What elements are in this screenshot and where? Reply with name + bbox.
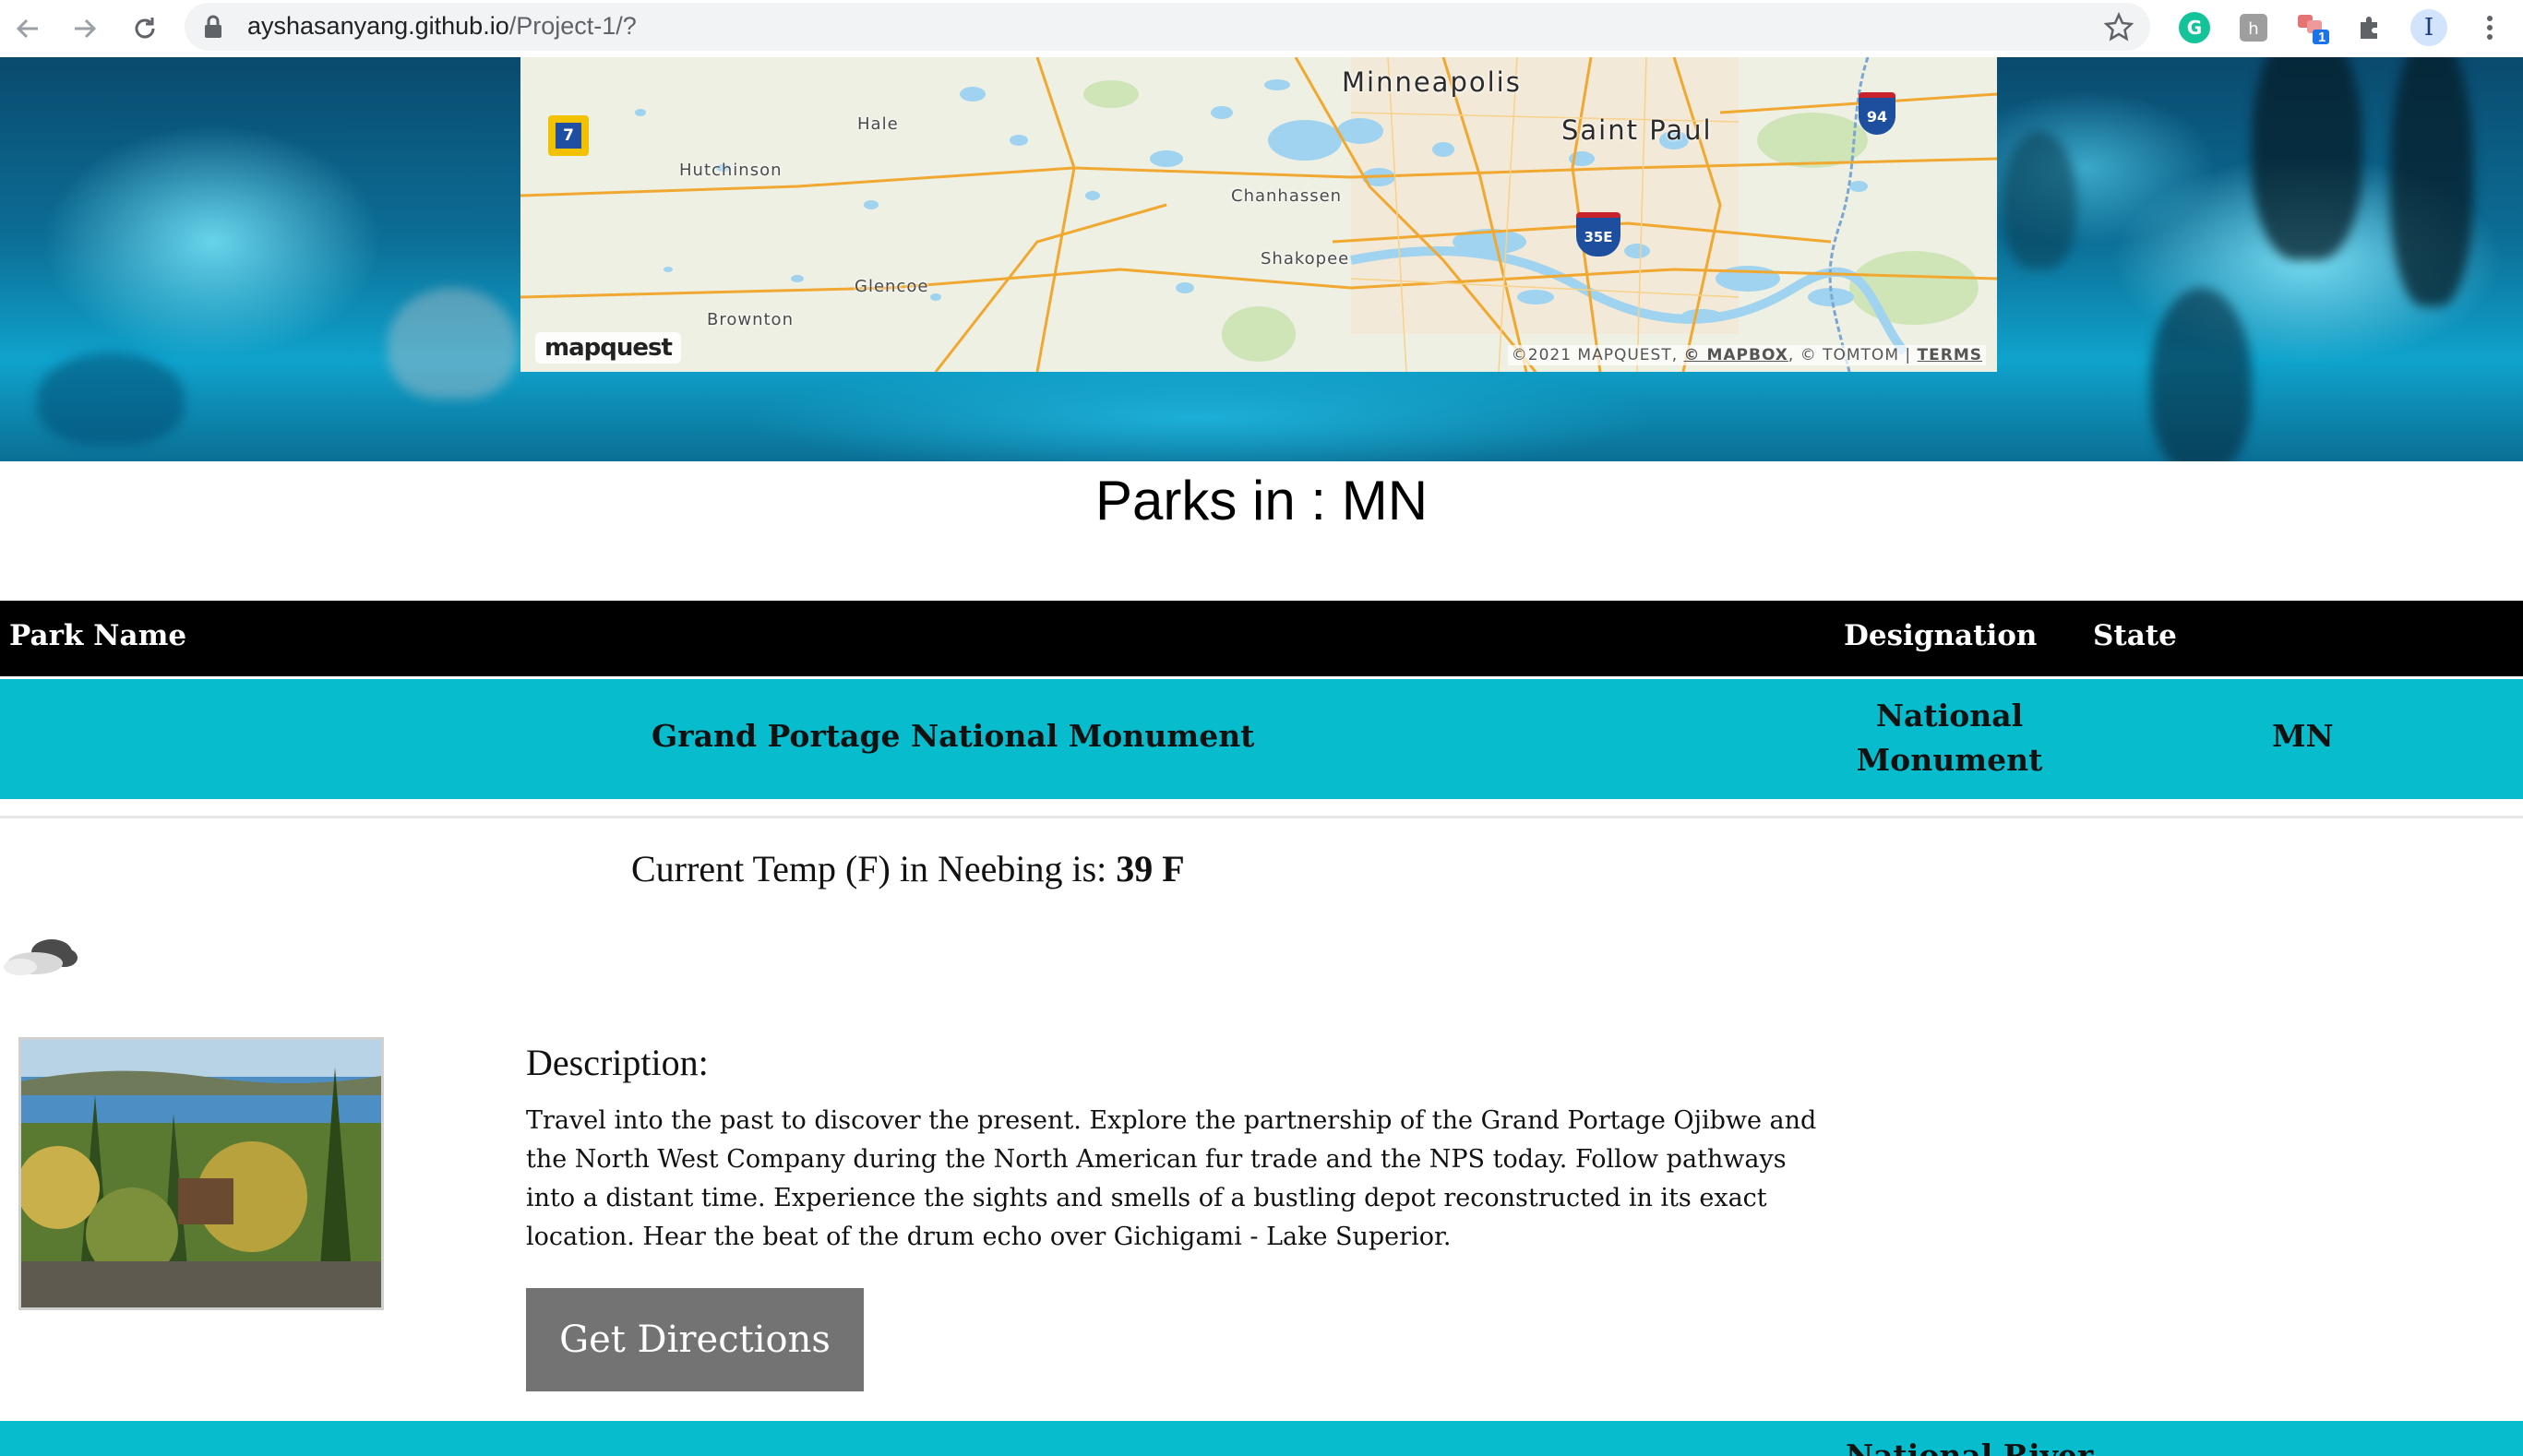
interstate-94-shield-icon: 94	[1859, 92, 1895, 135]
bookmark-star-icon[interactable]	[2104, 12, 2134, 42]
address-bar[interactable]: ayshasanyang.github.io/Project-1/?	[185, 3, 2150, 51]
route-7-shield-icon: 7	[548, 115, 589, 156]
grammarly-extension-icon[interactable]: G	[2174, 7, 2215, 48]
svg-text:h: h	[2248, 19, 2258, 39]
lock-icon	[205, 15, 221, 38]
reload-button[interactable]	[122, 6, 168, 52]
next-designation-cell: National River	[1846, 1438, 2094, 1456]
extensions-puzzle-icon[interactable]	[2350, 7, 2390, 48]
browser-toolbar: ayshasanyang.github.io/Project-1/? G h 1…	[0, 0, 2523, 57]
url-text: ayshasanyang.github.io/Project-1/?	[247, 12, 637, 40]
svg-text:G: G	[2187, 17, 2202, 39]
row-divider	[0, 816, 2523, 818]
state-cell: MN	[2272, 718, 2334, 754]
map-label-brownton: Brownton	[707, 310, 794, 329]
map-label-shakopee: Shakopee	[1261, 249, 1350, 269]
map-label-saint-paul: Saint Paul	[1561, 114, 1713, 146]
map-widget[interactable]: Minneapolis Saint Paul Hale Hutchinson C…	[520, 57, 1997, 372]
table-row[interactable]: Grand Portage National Monument National…	[0, 679, 2523, 799]
map-label-hale: Hale	[857, 114, 899, 134]
current-temp: Current Temp (F) in Neebing is: 39 F	[631, 848, 1185, 889]
temp-value: 39 F	[1116, 848, 1185, 889]
forward-button[interactable]	[62, 6, 108, 52]
table-header: Park Name Designation State	[0, 601, 2523, 676]
header-park-name: Park Name	[9, 619, 187, 652]
terms-link[interactable]: TERMS	[1918, 346, 1982, 364]
browser-menu-icon[interactable]	[2469, 7, 2510, 48]
description-text: Travel into the past to discover the pre…	[526, 1106, 1817, 1251]
back-arrow-icon	[16, 18, 38, 39]
back-button[interactable]	[5, 6, 51, 52]
map-label-minneapolis: Minneapolis	[1342, 66, 1522, 98]
description-title: Description:	[526, 1042, 709, 1083]
map-label-glencoe: Glencoe	[855, 277, 929, 296]
mapquest-logo: mapquest	[535, 332, 681, 364]
park-photo	[18, 1037, 384, 1310]
map-label-chanhassen: Chanhassen	[1231, 186, 1343, 206]
designation-cell: National Monument	[1856, 698, 2043, 778]
get-directions-button[interactable]: Get Directions	[526, 1288, 864, 1391]
profile-avatar[interactable]: I	[2409, 7, 2449, 48]
tab-extension-icon[interactable]: 1	[2292, 7, 2333, 48]
header-state: State	[2093, 619, 2177, 652]
interstate-35e-shield-icon: 35E	[1576, 212, 1620, 257]
forward-arrow-icon	[75, 18, 97, 39]
header-designation: Designation	[1844, 619, 2038, 652]
page-title: Parks in : MN	[1094, 470, 1429, 531]
extension-badge: 1	[2318, 30, 2326, 45]
map-attribution: ©2021 MAPQUEST, © MAPBOX, © TOMTOM | TER…	[1507, 345, 1986, 365]
map-label-hutchinson: Hutchinson	[679, 161, 783, 180]
reload-icon	[135, 18, 155, 39]
cloudy-icon	[0, 930, 83, 990]
table-row-next[interactable]: National River	[0, 1421, 2523, 1456]
park-name-cell[interactable]: Grand Portage National Monument	[652, 718, 1254, 754]
mapbox-link[interactable]: © MAPBOX	[1684, 346, 1788, 364]
extension-icon[interactable]: h	[2233, 7, 2274, 48]
